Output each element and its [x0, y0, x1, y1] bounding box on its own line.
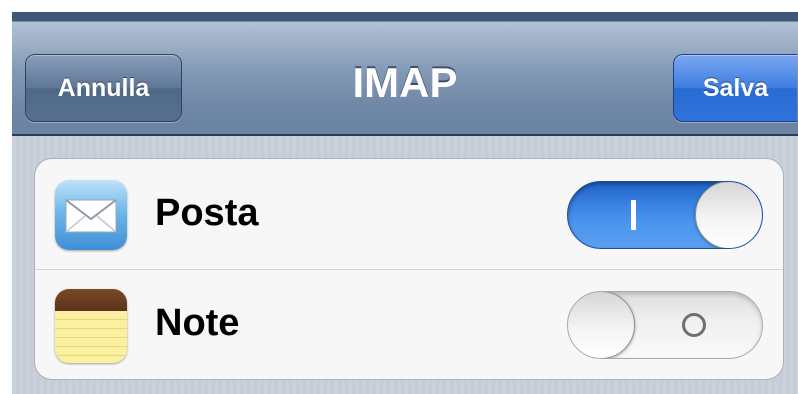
setting-label-notes: Note — [155, 302, 240, 344]
settings-group: Posta Note — [34, 158, 784, 380]
switch-on-indicator — [631, 200, 636, 230]
setting-row-notes[interactable]: Note — [35, 269, 783, 379]
settings-background: Posta Note — [12, 136, 798, 394]
imap-settings-screen: Annulla IMAP Salva Posta Note — [0, 0, 798, 394]
mail-icon — [55, 180, 127, 250]
navigation-bar: Annulla IMAP Salva — [12, 12, 798, 136]
notes-toggle-switch[interactable] — [567, 291, 763, 359]
notes-icon-paper — [55, 311, 127, 363]
switch-knob[interactable] — [695, 182, 762, 248]
mail-toggle-switch[interactable] — [567, 181, 763, 249]
switch-knob[interactable] — [568, 292, 635, 358]
setting-label-mail: Posta — [155, 192, 259, 234]
save-button[interactable]: Salva — [673, 54, 797, 122]
switch-off-indicator — [682, 313, 706, 337]
setting-row-mail[interactable]: Posta — [35, 159, 783, 270]
notes-icon-binding — [55, 289, 127, 311]
notes-icon — [55, 289, 127, 363]
